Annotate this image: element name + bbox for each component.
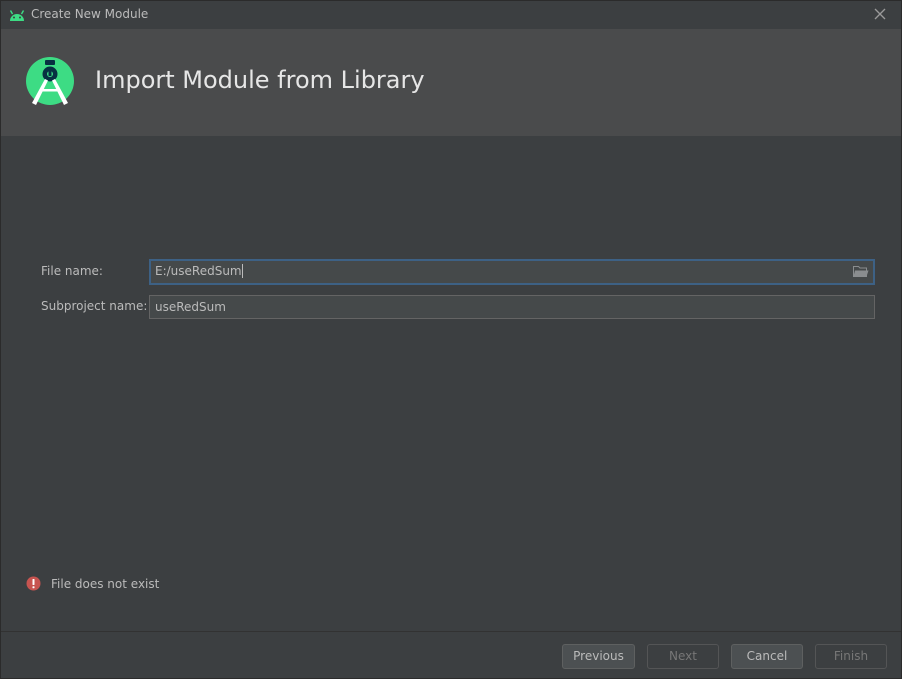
folder-icon[interactable] bbox=[853, 265, 869, 277]
footer-divider bbox=[1, 631, 901, 632]
finish-button[interactable]: Finish bbox=[815, 644, 887, 669]
next-button[interactable]: Next bbox=[647, 644, 719, 669]
cancel-button[interactable]: Cancel bbox=[731, 644, 803, 669]
subproject-name-label: Subproject name: bbox=[41, 299, 148, 313]
page-title: Import Module from Library bbox=[95, 66, 425, 94]
android-studio-logo bbox=[26, 57, 74, 105]
android-icon bbox=[9, 10, 25, 21]
file-name-input[interactable]: E:/useRedSum bbox=[149, 259, 875, 285]
title-bar: Create New Module bbox=[1, 1, 901, 29]
error-icon bbox=[26, 576, 41, 591]
file-name-label: File name: bbox=[41, 264, 103, 278]
dialog-header: Import Module from Library bbox=[1, 29, 901, 136]
subproject-name-input[interactable]: useRedSum bbox=[149, 295, 875, 319]
create-new-module-dialog: Create New Module Import Module from Lib… bbox=[0, 0, 902, 679]
error-text: File does not exist bbox=[51, 577, 160, 591]
close-icon[interactable] bbox=[873, 7, 887, 21]
text-caret bbox=[241, 264, 243, 278]
file-name-value: E:/useRedSum bbox=[155, 264, 242, 278]
previous-button[interactable]: Previous bbox=[562, 644, 635, 669]
window-title: Create New Module bbox=[31, 7, 149, 21]
subproject-name-value: useRedSum bbox=[155, 300, 226, 314]
